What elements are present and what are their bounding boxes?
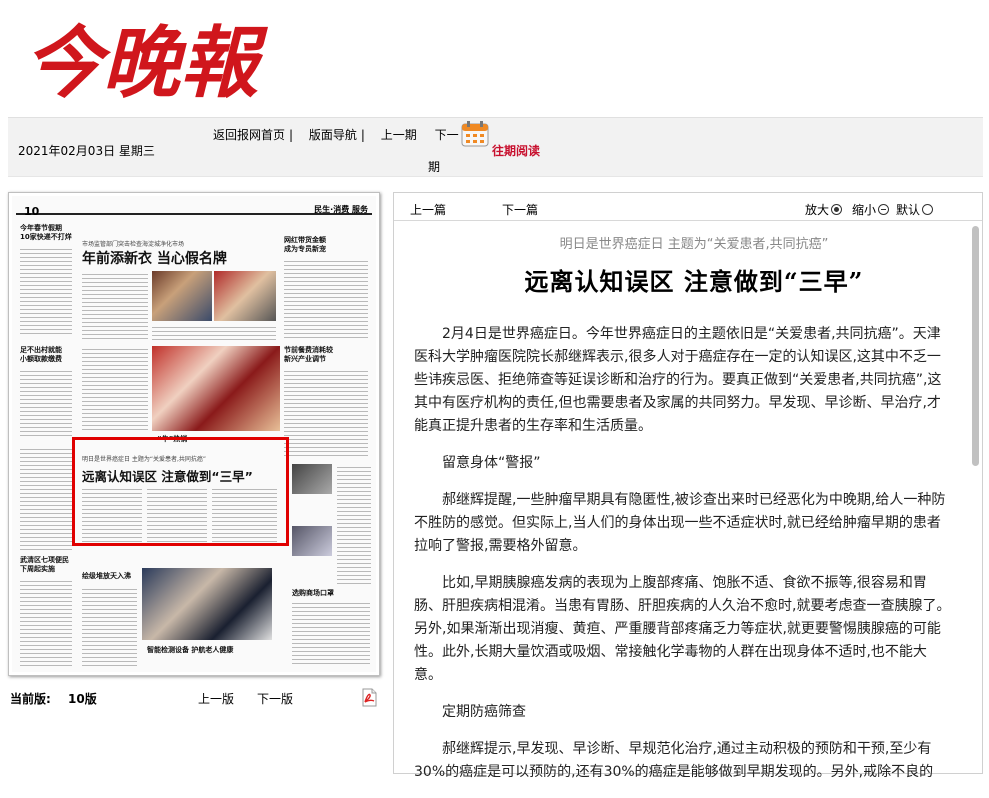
issue-nav: 返回报网首页 | 版面导航 | 上一期 下一	[213, 126, 459, 143]
thumb-side-headline: 武清区七项便民 下周起实施	[20, 556, 69, 573]
next-article-link[interactable]: 下一篇	[502, 201, 538, 218]
past-issues-link[interactable]: 往期阅读	[492, 142, 540, 159]
article-content: 明日是世界癌症日 主题为“关爱患者,共同抗癌” 远离认知误区 注意做到“三早” …	[414, 233, 954, 798]
scrollbar-thumb[interactable]	[972, 226, 979, 466]
home-link[interactable]: 返回报网首页	[213, 126, 285, 143]
nav-separator: |	[289, 128, 294, 142]
text-column	[152, 324, 276, 342]
article-subheading: 定期防癌筛查	[442, 704, 526, 720]
calendar-icon[interactable]	[461, 121, 489, 147]
next-issue-link[interactable]: 下一	[435, 126, 459, 143]
newspaper-logo: 今晚報	[24, 18, 269, 107]
zoom-in-option[interactable]: 放大	[805, 201, 843, 218]
article-toolbar: 上一篇 下一篇 放大 缩小 默认	[394, 193, 982, 221]
thumb-side-headline: 今年春节假期 10家快递不打烊	[20, 224, 72, 241]
current-page-label: 当前版:	[10, 692, 51, 706]
article-subheading: 留意身体“警报”	[442, 455, 541, 471]
thumb-side-headline: 节前餐费消耗较 新兴产业调节	[284, 346, 333, 363]
thumb-photo	[292, 526, 332, 556]
zoom-in-label: 放大	[805, 203, 830, 217]
next-issue-link-cont[interactable]: 期	[428, 158, 440, 175]
text-column	[284, 368, 368, 458]
zoom-in-radio-icon[interactable]	[831, 204, 843, 215]
pdf-icon[interactable]	[361, 688, 378, 707]
text-column	[20, 446, 72, 551]
text-column	[337, 464, 371, 584]
article-paragraph: 比如,早期胰腺癌发病的表现为上腹部疼痛、饱胀不适、食欲不振等,很容易和胃肠、肝胆…	[414, 575, 951, 683]
article-subtitle: 明日是世界癌症日 主题为“关爱患者,共同抗癌”	[559, 237, 829, 252]
page-thumbnail[interactable]: 10 民生·消费 服务 今年春节假期 10家快递不打烊 足不出村就能 小额取款缴…	[12, 196, 376, 672]
article-body: 2月4日是世界癌症日。今年世界癌症日的主题依旧是“关爱患者,共同抗癌”。天津医科…	[414, 323, 954, 784]
thumb-side-headline: 足不出村就能 小额取款缴费	[20, 346, 62, 363]
thumb-photo	[152, 271, 212, 321]
text-column	[82, 346, 148, 431]
text-column	[82, 271, 148, 341]
text-column	[292, 600, 370, 666]
top-nav-bar: 2021年02月03日 星期三 返回报网首页 | 版面导航 | 上一期 下一 期 往…	[8, 117, 983, 177]
thumbnail-page-number: 10	[24, 205, 40, 218]
thumb-side-headline: 选购商场口罩	[292, 589, 334, 597]
thumb-caption: 智能检测设备 护航老人健康	[147, 646, 234, 654]
zoom-out-label: 缩小	[852, 203, 877, 217]
article-paragraph: 郝继辉提醒,一些肿瘤早期具有隐匿性,被诊查出来时已经恶化为中晚期,给人一种防不胜…	[414, 492, 946, 554]
thumb-side-headline: 网红带货金额 成为专员新宠	[284, 236, 326, 253]
zoom-out-radio-icon[interactable]	[878, 204, 890, 215]
text-column	[284, 258, 368, 338]
default-radio-icon[interactable]	[922, 204, 934, 215]
prev-article-link[interactable]: 上一篇	[410, 201, 446, 218]
text-column	[20, 368, 72, 438]
issue-date: 2021年02月03日 星期三	[18, 144, 155, 158]
default-size-label: 默认	[896, 203, 921, 217]
text-column	[20, 246, 72, 336]
thumb-photo	[152, 346, 280, 431]
article-paragraph: 郝继辉提示,早发现、早诊断、早规范化治疗,通过主动积极的预防和干预,至少有30%…	[414, 741, 934, 780]
thumb-photo	[214, 271, 276, 321]
logo-text: 今晚報	[24, 18, 269, 107]
text-column	[82, 586, 137, 666]
zoom-out-option[interactable]: 缩小	[852, 201, 890, 218]
current-page-value: 10版	[68, 692, 97, 706]
thumb-kicker: 市场监管部门突击检查海淀城净化市场	[82, 241, 185, 248]
thumb-photo	[142, 568, 272, 640]
next-page-link[interactable]: 下一版	[257, 690, 293, 707]
prev-issue-link[interactable]: 上一期	[381, 126, 417, 143]
selected-article-highlight[interactable]	[72, 437, 289, 546]
thumbnail-section: 民生·消费 服务	[314, 205, 368, 214]
article-panel: 上一篇 下一篇 放大 缩小 默认 明日是世界癌症日 主题为“关爱患者,共同抗癌”…	[393, 192, 983, 780]
default-size-option[interactable]: 默认	[896, 201, 934, 218]
article-paragraph: 2月4日是世界癌症日。今年世界癌症日的主题依旧是“关爱患者,共同抗癌”。天津医科…	[414, 326, 942, 434]
thumb-headline: 年前添新衣 当心假名牌	[82, 251, 227, 267]
thumb-side-headline: 绘级堆放天入沸	[82, 572, 131, 580]
article-title: 远离认知误区 注意做到“三早”	[524, 267, 864, 296]
nav-separator: |	[360, 128, 365, 142]
prev-page-link[interactable]: 上一版	[198, 690, 234, 707]
text-column	[20, 578, 72, 668]
thumb-photo	[292, 464, 332, 494]
page-thumbnail-panel: 10 民生·消费 服务 今年春节假期 10家快递不打烊 足不出村就能 小额取款缴…	[8, 192, 380, 676]
page-nav-link[interactable]: 版面导航	[309, 126, 357, 143]
